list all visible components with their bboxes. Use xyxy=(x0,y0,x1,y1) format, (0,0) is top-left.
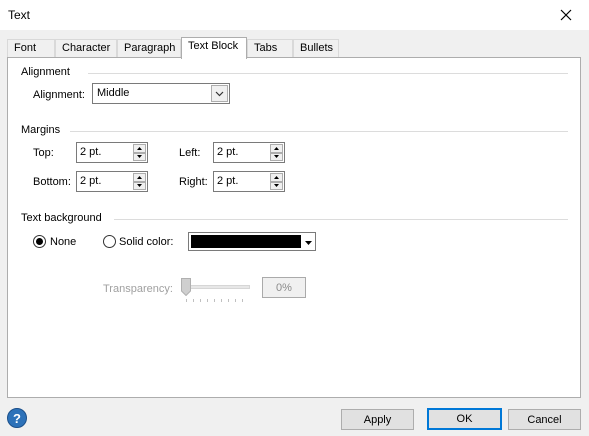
close-icon xyxy=(560,9,572,21)
tab-label: Bullets xyxy=(300,42,334,54)
alignment-section-title: Alignment xyxy=(21,66,70,78)
margin-bottom-label: Bottom: xyxy=(33,176,71,188)
window-title: Text xyxy=(8,8,31,22)
tab-font[interactable]: Font xyxy=(7,39,55,58)
solid-color-picker[interactable] xyxy=(188,232,316,251)
alignment-label: Alignment: xyxy=(33,89,85,101)
help-icon: ? xyxy=(13,410,21,426)
cancel-button[interactable]: Cancel xyxy=(508,409,581,430)
color-dropdown-arrow[interactable] xyxy=(304,238,313,247)
spin-up-button[interactable] xyxy=(270,144,283,153)
margins-section-title: Margins xyxy=(21,124,61,136)
text-block-panel: Alignment Alignment: Middle Margins Top:… xyxy=(7,57,581,398)
slider-tick xyxy=(214,299,215,302)
slider-tick xyxy=(221,299,222,302)
tab-label: Text Block xyxy=(188,40,239,52)
divider xyxy=(114,219,568,220)
transparency-label: Transparency: xyxy=(103,283,173,295)
dropdown-button[interactable] xyxy=(211,85,228,102)
chevron-down-icon xyxy=(215,91,224,96)
margin-right-value: 2 pt. xyxy=(217,175,239,187)
alignment-value: Middle xyxy=(97,87,130,99)
tab-label: Character xyxy=(62,42,111,54)
arrow-up-icon xyxy=(274,146,279,150)
divider xyxy=(70,131,568,132)
tab-label: Tabs xyxy=(254,42,278,54)
caret-down-icon xyxy=(305,240,312,245)
slider-tick xyxy=(200,299,201,302)
alignment-dropdown[interactable]: Middle xyxy=(92,83,230,104)
margin-bottom-spinner[interactable]: 2 pt. xyxy=(76,171,148,192)
arrow-down-icon xyxy=(137,184,142,188)
none-radio[interactable] xyxy=(33,235,46,248)
tab-character[interactable]: Character xyxy=(55,39,117,58)
apply-label: Apply xyxy=(363,413,392,426)
slider-tick xyxy=(207,299,208,302)
arrow-down-icon xyxy=(137,155,142,159)
tab-strip: Font Character Paragraph Text Block Tabs… xyxy=(7,37,587,59)
solid-color-radio[interactable] xyxy=(103,235,116,248)
tab-paragraph[interactable]: Paragraph xyxy=(117,39,181,58)
slider-tick xyxy=(193,299,194,302)
arrow-up-icon xyxy=(137,146,142,150)
none-label[interactable]: None xyxy=(50,236,76,248)
slider-thumb-icon[interactable] xyxy=(181,278,191,296)
arrow-up-icon xyxy=(274,175,279,179)
close-button[interactable] xyxy=(543,0,589,30)
spin-up-button[interactable] xyxy=(270,173,283,182)
transparency-value: 0% xyxy=(276,281,292,294)
tab-label: Font xyxy=(14,42,37,54)
margin-left-label: Left: xyxy=(179,147,201,159)
spin-down-button[interactable] xyxy=(270,152,283,161)
slider-tick xyxy=(235,299,236,302)
transparency-value-box[interactable]: 0% xyxy=(262,277,306,298)
margin-top-spinner[interactable]: 2 pt. xyxy=(76,142,148,163)
ok-label: OK xyxy=(456,413,473,425)
divider xyxy=(88,73,568,74)
ok-button[interactable]: OK xyxy=(427,408,502,430)
spin-down-button[interactable] xyxy=(133,152,146,161)
cancel-label: Cancel xyxy=(527,413,562,426)
margin-top-value: 2 pt. xyxy=(80,146,102,158)
solid-color-label[interactable]: Solid color: xyxy=(119,236,173,248)
apply-button[interactable]: Apply xyxy=(341,409,414,430)
tab-bullets[interactable]: Bullets xyxy=(293,39,339,58)
text-background-section-title: Text background xyxy=(21,212,102,224)
slider-tick xyxy=(228,299,229,302)
arrow-down-icon xyxy=(274,184,279,188)
tab-label: Paragraph xyxy=(124,42,176,54)
margin-left-spinner[interactable]: 2 pt. xyxy=(213,142,285,163)
color-swatch xyxy=(191,235,301,248)
slider-tick xyxy=(242,299,243,302)
spin-up-button[interactable] xyxy=(133,173,146,182)
tab-tabs[interactable]: Tabs xyxy=(247,39,293,58)
radio-selected-dot xyxy=(36,238,43,245)
transparency-slider-track xyxy=(183,285,250,289)
spin-down-button[interactable] xyxy=(270,181,283,190)
margin-right-label: Right: xyxy=(179,176,208,188)
spin-up-button[interactable] xyxy=(133,144,146,153)
title-bar: Text xyxy=(0,0,589,30)
tab-text-block[interactable]: Text Block xyxy=(181,37,247,59)
slider-tick xyxy=(186,299,187,302)
arrow-down-icon xyxy=(274,155,279,159)
margin-bottom-value: 2 pt. xyxy=(80,175,102,187)
spin-down-button[interactable] xyxy=(133,181,146,190)
help-button[interactable]: ? xyxy=(7,408,27,428)
margin-left-value: 2 pt. xyxy=(217,146,239,158)
arrow-up-icon xyxy=(137,175,142,179)
margin-right-spinner[interactable]: 2 pt. xyxy=(213,171,285,192)
margin-top-label: Top: xyxy=(33,147,54,159)
